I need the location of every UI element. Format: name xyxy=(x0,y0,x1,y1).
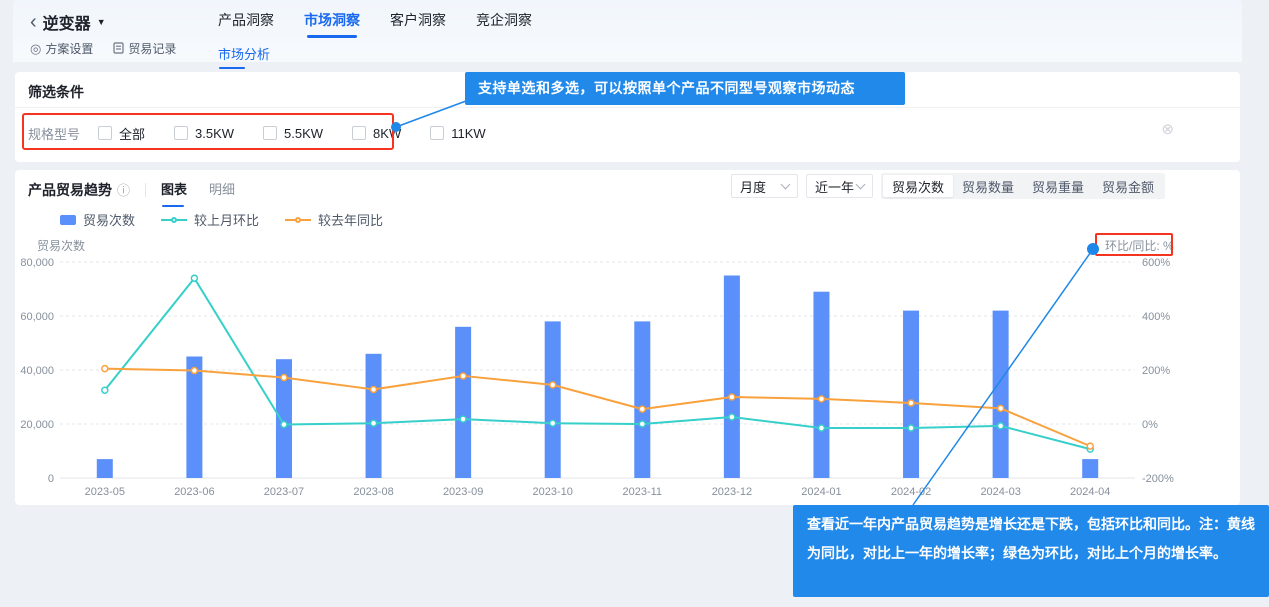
svg-text:2024-01: 2024-01 xyxy=(801,486,841,498)
legend-item-yoy[interactable]: 较去年同比 xyxy=(285,210,383,229)
line-swatch-icon xyxy=(161,219,187,221)
svg-text:2023-06: 2023-06 xyxy=(174,486,214,498)
svg-text:40,000: 40,000 xyxy=(20,365,54,377)
divider xyxy=(15,107,1240,108)
svg-text:200%: 200% xyxy=(1142,365,1170,377)
trade-trend-panel: 产品贸易趋势 ⓘ 图表明细 月度 近一年 贸易次数贸易数量贸易重量贸易金额 贸易… xyxy=(15,170,1240,505)
svg-text:0: 0 xyxy=(48,473,54,485)
view-tabs: 图表 明细 xyxy=(161,179,257,200)
right-axis-highlight-box xyxy=(1095,233,1173,256)
document-icon xyxy=(113,42,124,56)
range-select-value: 近一年 xyxy=(815,177,854,196)
trade-records-label: 贸易记录 xyxy=(128,40,176,57)
filter-tip-callout: 支持单选和多选，可以按照单个产品不同型号观察市场动态 xyxy=(465,72,905,105)
metric-switcher: 贸易次数贸易数量贸易重量贸易金额 xyxy=(881,173,1165,199)
metric-button[interactable]: 贸易金额 xyxy=(1093,175,1163,197)
svg-text:60,000: 60,000 xyxy=(20,311,54,323)
spec-option[interactable]: 11KW xyxy=(430,126,485,141)
svg-text:20,000: 20,000 xyxy=(20,419,54,431)
target-icon: ◎ xyxy=(30,43,41,55)
top-tab[interactable]: 市场洞察 xyxy=(304,0,360,40)
bar-swatch-icon xyxy=(60,215,76,225)
top-tabs: 产品洞察市场洞察客户洞察竞企洞察 xyxy=(218,0,532,40)
legend-label: 较上月环比 xyxy=(194,210,259,229)
metric-button[interactable]: 贸易重量 xyxy=(1023,175,1093,197)
filter-panel-title: 筛选条件 xyxy=(28,82,84,102)
chevron-down-icon xyxy=(855,180,865,190)
divider xyxy=(145,183,146,197)
trade-trend-chart[interactable]: 80,000 600% 60,000 400% 40,000 200% 20,000 0% 0 -… xyxy=(15,230,1240,502)
legend-item-trade-count[interactable]: 贸易次数 xyxy=(60,210,135,229)
top-tab[interactable]: 竞企洞察 xyxy=(476,0,532,40)
svg-text:2023-07: 2023-07 xyxy=(264,486,304,498)
plan-settings-label: 方案设置 xyxy=(45,40,93,57)
checkbox-label[interactable]: 11KW xyxy=(451,126,485,141)
chart-controls: 月度 近一年 贸易次数贸易数量贸易重量贸易金额 xyxy=(731,173,1165,199)
svg-text:2023-08: 2023-08 xyxy=(353,486,393,498)
subtab-market-analysis[interactable]: 市场分析 xyxy=(218,44,270,69)
view-tab[interactable]: 明细 xyxy=(209,179,235,200)
svg-text:2023-05: 2023-05 xyxy=(85,486,125,498)
legend-label: 较去年同比 xyxy=(318,210,383,229)
svg-text:600%: 600% xyxy=(1142,257,1170,269)
period-select-value: 月度 xyxy=(740,177,766,196)
metric-button[interactable]: 贸易数量 xyxy=(953,175,1023,197)
svg-text:2024-04: 2024-04 xyxy=(1070,486,1110,498)
svg-text:-200%: -200% xyxy=(1142,473,1174,485)
svg-text:80,000: 80,000 xyxy=(20,257,54,269)
chart-legend: 贸易次数 较上月环比 较去年同比 xyxy=(60,210,383,229)
svg-text:2023-12: 2023-12 xyxy=(712,486,752,498)
filter-row-highlight-box xyxy=(22,113,394,150)
chevron-down-icon xyxy=(780,180,790,190)
top-tab[interactable]: 客户洞察 xyxy=(390,0,446,40)
legend-item-mom[interactable]: 较上月环比 xyxy=(161,210,259,229)
market-insight-page: { "header": { "back_icon": "‹", "product… xyxy=(0,0,1269,607)
legend-label: 贸易次数 xyxy=(83,210,135,229)
svg-text:2023-11: 2023-11 xyxy=(623,486,663,498)
svg-text:2024-03: 2024-03 xyxy=(980,486,1020,498)
trade-trend-header: 产品贸易趋势 ⓘ 图表 明细 xyxy=(28,179,257,200)
app-header: ‹ 逆变器 ▼ ◎ 方案设置 贸易记录 产品洞察市场洞察客户洞察竞企洞察 市场分… xyxy=(13,0,1242,62)
line-swatch-icon xyxy=(285,219,311,221)
view-tab[interactable]: 图表 xyxy=(161,179,187,200)
clear-filter-icon[interactable]: ⊗ xyxy=(1161,123,1174,137)
plan-settings-button[interactable]: ◎ 方案设置 xyxy=(30,40,93,57)
trade-trend-title: 产品贸易趋势 xyxy=(28,180,112,200)
svg-text:0%: 0% xyxy=(1142,419,1158,431)
svg-text:2023-10: 2023-10 xyxy=(533,486,573,498)
back-icon[interactable]: ‹ xyxy=(30,13,37,31)
svg-text:2024-02: 2024-02 xyxy=(891,486,931,498)
metric-button[interactable]: 贸易次数 xyxy=(883,175,953,197)
svg-text:400%: 400% xyxy=(1142,311,1170,323)
product-title[interactable]: 逆变器 xyxy=(43,10,91,34)
info-icon[interactable]: ⓘ xyxy=(117,180,130,199)
trend-tip-callout: 查看近一年内产品贸易趋势是增长还是下跌，包括环比和同比。注：黄线为同比，对比上一… xyxy=(793,505,1269,597)
trade-records-button[interactable]: 贸易记录 xyxy=(113,40,176,57)
product-selector[interactable]: ‹ 逆变器 ▼ xyxy=(30,10,106,34)
header-actions: ◎ 方案设置 贸易记录 xyxy=(30,40,176,57)
checkbox[interactable] xyxy=(430,126,444,140)
top-tab[interactable]: 产品洞察 xyxy=(218,0,274,40)
period-select[interactable]: 月度 xyxy=(731,174,798,198)
range-select[interactable]: 近一年 xyxy=(806,174,873,198)
chevron-down-icon[interactable]: ▼ xyxy=(97,17,106,27)
svg-text:2023-09: 2023-09 xyxy=(443,486,483,498)
